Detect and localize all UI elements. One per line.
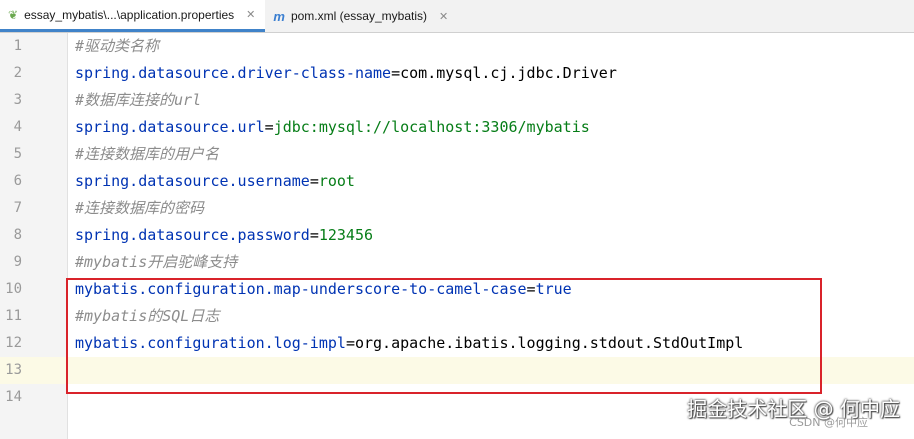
equals-sign: = (309, 226, 319, 244)
maven-m-icon: m (273, 8, 285, 24)
red-highlight-box (66, 278, 822, 394)
line-number: 5 (13, 146, 22, 162)
code-line: 4 spring.datasource.url=jdbc:mysql://loc… (0, 114, 914, 141)
code-line: 6 spring.datasource.username=root (0, 168, 914, 195)
code-editor[interactable]: 1 #驱动类名称 2 spring.datasource.driver-clas… (0, 33, 914, 439)
editor-tab-bar: ❦ essay_mybatis\...\application.properti… (0, 0, 914, 33)
line-number: 1 (13, 38, 22, 54)
line-number: 12 (5, 335, 22, 351)
property-key: spring.datasource.driver-class-name (75, 64, 392, 82)
close-icon[interactable]: ✕ (246, 8, 255, 21)
line-number: 8 (13, 227, 22, 243)
property-value: root (318, 172, 355, 190)
property-key: spring.datasource.username (75, 172, 310, 190)
line-number: 7 (13, 200, 22, 216)
code-line: 9 #mybatis开启驼峰支持 (0, 249, 914, 276)
comment-text: #连接数据库的密码 (75, 199, 205, 217)
code-line: 7 #连接数据库的密码 (0, 195, 914, 222)
code-line: 1 #驱动类名称 (0, 33, 914, 60)
tab-label: essay_mybatis\...\application.properties (24, 7, 235, 22)
code-line: 5 #连接数据库的用户名 (0, 141, 914, 168)
line-number: 4 (13, 119, 22, 135)
line-number: 14 (5, 389, 22, 405)
line-number: 3 (13, 92, 22, 108)
equals-sign: = (309, 172, 319, 190)
tab-label: pom.xml (essay_mybatis) (290, 9, 427, 23)
property-key: spring.datasource.password (75, 226, 310, 244)
line-number: 2 (13, 65, 22, 81)
comment-text: #驱动类名称 (75, 37, 160, 55)
tab-pom-xml[interactable]: m pom.xml (essay_mybatis) ✕ (265, 0, 458, 32)
csdn-watermark: CSDN @何中应 (789, 416, 868, 429)
property-key: spring.datasource.url (75, 118, 265, 136)
line-number: 9 (13, 254, 22, 270)
property-value: 123456 (318, 226, 374, 244)
equals-sign: = (391, 64, 401, 82)
close-icon[interactable]: ✕ (439, 10, 448, 23)
line-number: 6 (13, 173, 22, 189)
property-value: jdbc:mysql://localhost:3306/mybatis (273, 118, 590, 136)
line-number: 10 (5, 281, 22, 297)
tab-application-properties[interactable]: ❦ essay_mybatis\...\application.properti… (0, 0, 266, 32)
code-line: 8 spring.datasource.password=123456 (0, 222, 914, 249)
line-number: 13 (5, 362, 22, 378)
comment-text: #连接数据库的用户名 (75, 145, 220, 163)
comment-text: #数据库连接的url (75, 91, 202, 109)
code-line: 3 #数据库连接的url (0, 87, 914, 114)
equals-sign: = (264, 118, 274, 136)
spring-leaf-icon: ❦ (8, 7, 19, 22)
comment-text: #mybatis开启驼峰支持 (75, 253, 238, 271)
code-line: 2 spring.datasource.driver-class-name=co… (0, 60, 914, 87)
line-number: 11 (5, 308, 22, 324)
property-value: com.mysql.cj.jdbc.Driver (400, 64, 617, 82)
